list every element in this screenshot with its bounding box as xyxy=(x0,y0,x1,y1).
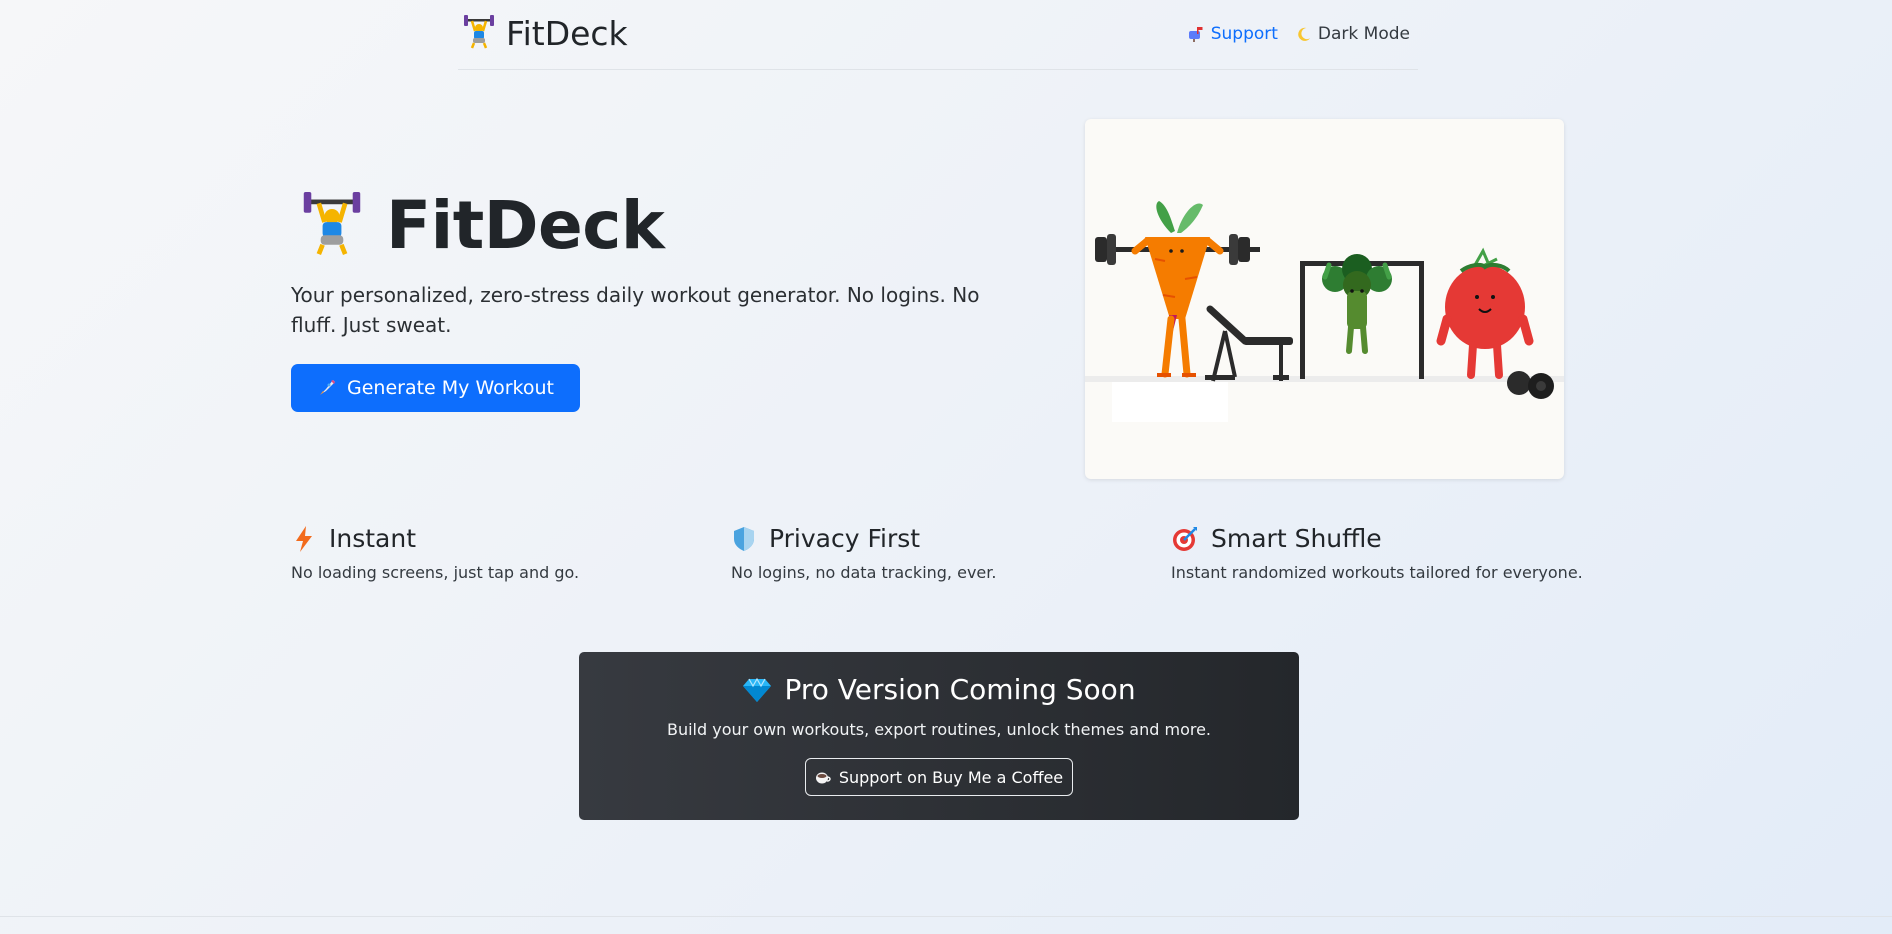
dark-mode-label: Dark Mode xyxy=(1317,24,1410,44)
hero-description: Your personalized, zero-stress daily wor… xyxy=(291,283,980,337)
brand-link[interactable]: FitDeck xyxy=(464,14,628,54)
weightlifter-icon xyxy=(300,192,364,260)
target-icon xyxy=(1171,525,1199,553)
crescent-moon-icon xyxy=(1296,27,1311,42)
generate-workout-button[interactable]: Generate My Workout xyxy=(291,364,580,412)
feature-title: Privacy First xyxy=(769,524,921,553)
buy-me-a-coffee-label: Support on Buy Me a Coffee xyxy=(838,767,1064,787)
feature-smart-shuffle: Smart Shuffle Instant randomized workout… xyxy=(1171,524,1583,582)
gem-icon xyxy=(742,677,772,703)
support-label: Support xyxy=(1210,24,1278,44)
coffee-icon xyxy=(815,769,831,785)
feature-description: No loading screens, just tap and go. xyxy=(291,563,580,582)
pro-banner: Pro Version Coming Soon Build your own w… xyxy=(579,652,1299,820)
feature-description: Instant randomized workouts tailored for… xyxy=(1171,563,1583,582)
feature-title: Smart Shuffle xyxy=(1211,524,1382,553)
dark-mode-toggle[interactable]: Dark Mode xyxy=(1296,24,1410,44)
generate-workout-label: Generate My Workout xyxy=(346,377,554,399)
mailbox-icon xyxy=(1188,26,1204,42)
rocket-icon xyxy=(317,378,337,398)
gym-vegetables-illustration xyxy=(1085,119,1564,479)
support-link[interactable]: Support xyxy=(1188,24,1278,44)
pro-description: Build your own workouts, export routines… xyxy=(666,720,1212,739)
feature-title: Instant xyxy=(329,524,417,553)
hero-heading: FitDeck xyxy=(300,187,665,264)
brand-name: FitDeck xyxy=(506,14,628,53)
weightlifter-icon xyxy=(464,15,494,53)
feature-description: No logins, no data tracking, ever. xyxy=(731,563,997,582)
hero-title: FitDeck xyxy=(386,187,665,264)
lightning-icon xyxy=(291,525,317,553)
footer-divider xyxy=(0,916,1892,917)
buy-me-a-coffee-button[interactable]: Support on Buy Me a Coffee xyxy=(805,758,1073,796)
pro-title: Pro Version Coming Soon xyxy=(784,673,1136,706)
navbar: FitDeck Support Dark Mode xyxy=(458,0,1418,70)
pro-heading: Pro Version Coming Soon xyxy=(579,673,1299,706)
nav-links: Support Dark Mode xyxy=(1188,24,1410,44)
feature-privacy-first: Privacy First No logins, no data trackin… xyxy=(731,524,996,582)
feature-instant: Instant No loading screens, just tap and… xyxy=(291,524,579,582)
shield-icon xyxy=(731,525,757,553)
